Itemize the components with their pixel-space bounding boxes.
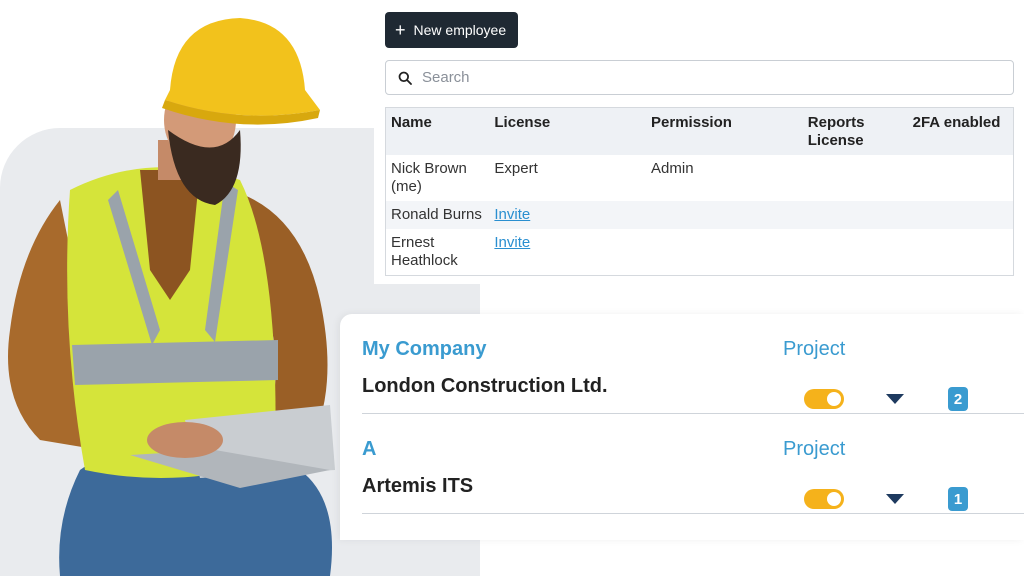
header-name[interactable]: Name <box>385 107 490 155</box>
employee-name: Nick Brown (me) <box>391 160 467 195</box>
header-reports-license[interactable]: Reports License <box>802 107 908 155</box>
search-icon <box>398 71 412 85</box>
worker-illustration <box>8 18 335 576</box>
toggle-knob <box>827 492 841 506</box>
employee-reports-license <box>802 201 908 229</box>
employee-2fa <box>908 229 1014 276</box>
table-row[interactable]: Ernest Heathlock Invite <box>386 229 1014 276</box>
project-toggle[interactable] <box>804 489 844 509</box>
employee-permission <box>646 201 803 229</box>
employee-2fa <box>907 201 1014 229</box>
header-2fa-enabled[interactable]: 2FA enabled <box>907 107 1014 155</box>
project-column-label: Project <box>783 338 846 360</box>
search-input[interactable] <box>422 69 982 86</box>
company-row: A Project Artemis ITS 1 <box>362 414 1024 514</box>
invite-link[interactable]: Invite <box>494 234 530 251</box>
project-column-label: Project <box>783 438 846 460</box>
company-group-label: My Company <box>362 338 487 360</box>
invite-link[interactable]: Invite <box>494 206 530 223</box>
employee-name: Ronald Burns <box>385 201 490 229</box>
project-toggle[interactable] <box>804 389 844 409</box>
toggle-knob <box>827 392 841 406</box>
company-group-label: A <box>362 438 377 460</box>
employee-reports-license <box>803 155 908 201</box>
table-row[interactable]: Nick Brown (me) Expert Admin <box>386 155 1014 201</box>
table-header-row: Name License Permission Reports License … <box>385 107 1014 155</box>
company-name: Artemis ITS <box>362 475 474 497</box>
project-count-badge: 1 <box>948 487 968 511</box>
employee-table: Name License Permission Reports License … <box>385 107 1014 276</box>
new-employee-label: New employee <box>413 22 507 38</box>
company-row: My Company Project London Construction L… <box>362 314 1024 414</box>
header-license[interactable]: License <box>489 107 647 155</box>
table-row[interactable]: Ronald Burns Invite <box>385 201 1014 229</box>
header-permission[interactable]: Permission <box>646 107 803 155</box>
employee-license: Expert <box>494 160 538 177</box>
employee-name: Ernest Heathlock <box>391 234 458 269</box>
plus-icon: + <box>395 20 406 40</box>
employee-permission: Admin <box>651 160 694 177</box>
project-count-badge: 2 <box>948 387 968 411</box>
employee-reports-license <box>803 229 908 276</box>
caret-down-icon[interactable] <box>886 394 904 404</box>
employee-license: Invite <box>489 229 646 276</box>
employee-permission <box>646 229 803 276</box>
new-employee-button[interactable]: + New employee <box>385 12 518 48</box>
employee-license: Invite <box>489 201 647 229</box>
caret-down-icon[interactable] <box>886 494 904 504</box>
company-name: London Construction Ltd. <box>362 375 608 397</box>
company-panel: My Company Project London Construction L… <box>340 314 1024 540</box>
employee-2fa <box>908 155 1014 201</box>
search-box[interactable] <box>385 60 1014 95</box>
